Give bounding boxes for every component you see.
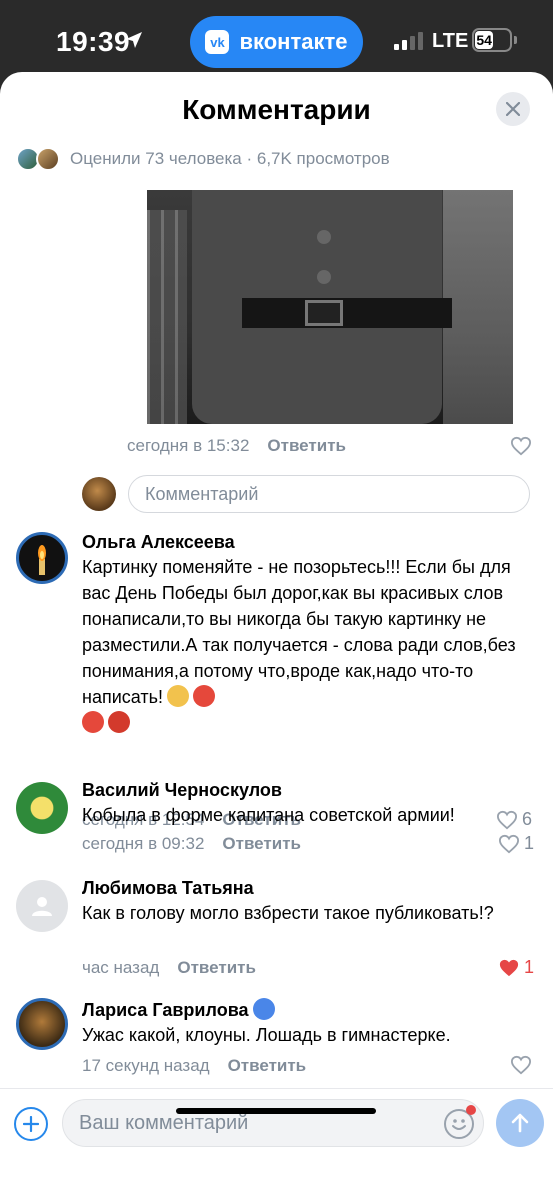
comment-text: Ужас какой, клоуны. Лошадь в гимнастерке…: [82, 1025, 451, 1045]
candle-icon: [38, 545, 46, 575]
heart-icon: [510, 436, 532, 456]
plus-icon: [23, 1116, 39, 1132]
clown-emoji-icon: [252, 998, 275, 1020]
app-pill-label: вконтакте: [239, 29, 348, 54]
avatar[interactable]: [16, 532, 68, 584]
sheet-title: Комментарии: [182, 94, 371, 125]
network-type: LTE: [432, 30, 469, 52]
reply-button[interactable]: Ответить: [267, 436, 346, 456]
status-bar: 19:39 vk вконтакте LTE 54: [0, 0, 553, 80]
comment-author[interactable]: Василий Черноскулов: [82, 780, 282, 801]
close-icon: [506, 102, 520, 116]
close-button[interactable]: [496, 92, 530, 126]
battery-tip: [514, 36, 517, 44]
comment-input[interactable]: Ваш комментарий: [62, 1099, 484, 1147]
avatar[interactable]: [16, 782, 68, 834]
comment-text-content: Картинку поменяйте - не позорьтесь!!! Ес…: [82, 557, 516, 707]
photo-detail: [443, 190, 513, 424]
home-indicator: [176, 1108, 376, 1114]
photo-detail: [242, 298, 452, 328]
status-time: 19:39: [56, 26, 131, 57]
avatar: [36, 147, 60, 171]
comment-meta: 17 секунд назад Ответить: [82, 1056, 306, 1076]
comments-sheet: Комментарии Оценили 73 человека · 6,7K п…: [0, 72, 553, 1200]
heart-icon: [510, 1055, 532, 1075]
comment-time: 17 секунд назад: [82, 1056, 210, 1075]
like-count: 1: [524, 833, 535, 853]
comment-meta: сегодня в 09:32 Ответить: [82, 834, 301, 854]
comment-author[interactable]: Лариса Гаврилова: [82, 998, 275, 1021]
angry-face-emoji-icon: [193, 685, 215, 707]
photo-detail: [317, 270, 331, 284]
avatar: [82, 477, 116, 511]
comment-composer: Ваш комментарий: [0, 1088, 553, 1200]
comment-photo[interactable]: [147, 190, 513, 424]
comment-author-name: Лариса Гаврилова: [82, 1000, 249, 1020]
post-stats[interactable]: Оценили 73 человека · 6,7K просмотров: [16, 144, 390, 174]
photo-detail: [147, 210, 187, 424]
reply-button[interactable]: Ответить: [177, 958, 256, 978]
comment-time: сегодня в 15:32: [127, 436, 250, 455]
like-button[interactable]: [510, 436, 532, 456]
liker-avatars: [16, 147, 62, 171]
location-arrow-icon: [126, 32, 142, 48]
comment-time: час назад: [82, 958, 160, 977]
arrow-up-icon: [511, 1113, 529, 1133]
notification-dot: [466, 1105, 476, 1115]
return-to-app-pill[interactable]: vk вконтакте: [190, 16, 363, 68]
reply-input[interactable]: Комментарий: [128, 475, 530, 513]
avatar[interactable]: [16, 880, 68, 932]
signal-icon: [394, 32, 423, 50]
smile-icon: [452, 1119, 466, 1130]
reply-button[interactable]: Ответить: [222, 834, 301, 854]
like-button[interactable]: [510, 1055, 532, 1075]
avatar[interactable]: [16, 998, 68, 1050]
battery-icon: 54: [472, 28, 512, 52]
vk-logo-icon: vk: [205, 30, 230, 54]
like-button[interactable]: 1: [498, 833, 534, 854]
add-attachment-button[interactable]: [14, 1107, 48, 1141]
like-count: 1: [524, 957, 535, 977]
send-button[interactable]: [496, 1099, 544, 1147]
user-placeholder-icon: [32, 897, 52, 916]
comment-text: Как в голову могло взбрести такое публик…: [82, 903, 494, 923]
likes-views-count: Оценили 73 человека · 6,7K просмотров: [70, 149, 390, 168]
angry-face-emoji-icon: [82, 711, 104, 733]
heart-filled-icon: [499, 959, 519, 976]
photo-detail: [317, 230, 331, 244]
woman-facepalm-emoji-icon: [167, 685, 189, 707]
heart-icon: [498, 834, 520, 853]
comment-text: Картинку поменяйте - не позорьтесь!!! Ес…: [82, 554, 532, 736]
battery-level: 54: [475, 31, 494, 49]
comment-time: сегодня в 09:32: [82, 834, 205, 853]
like-button[interactable]: 1: [498, 957, 534, 978]
comment-text: Кобыла в форме капитана советской армии!: [82, 805, 455, 825]
reply-row: Комментарий: [82, 474, 530, 514]
reply-button[interactable]: Ответить: [228, 1056, 307, 1076]
comment-meta: час назад Ответить: [82, 958, 256, 978]
comment-meta: сегодня в 15:32 Ответить: [127, 436, 346, 456]
photo-detail: [305, 300, 343, 326]
cursing-face-emoji-icon: [108, 711, 130, 733]
comment-author[interactable]: Любимова Татьяна: [82, 878, 254, 899]
comment-author[interactable]: Ольга Алексеева: [82, 532, 235, 553]
